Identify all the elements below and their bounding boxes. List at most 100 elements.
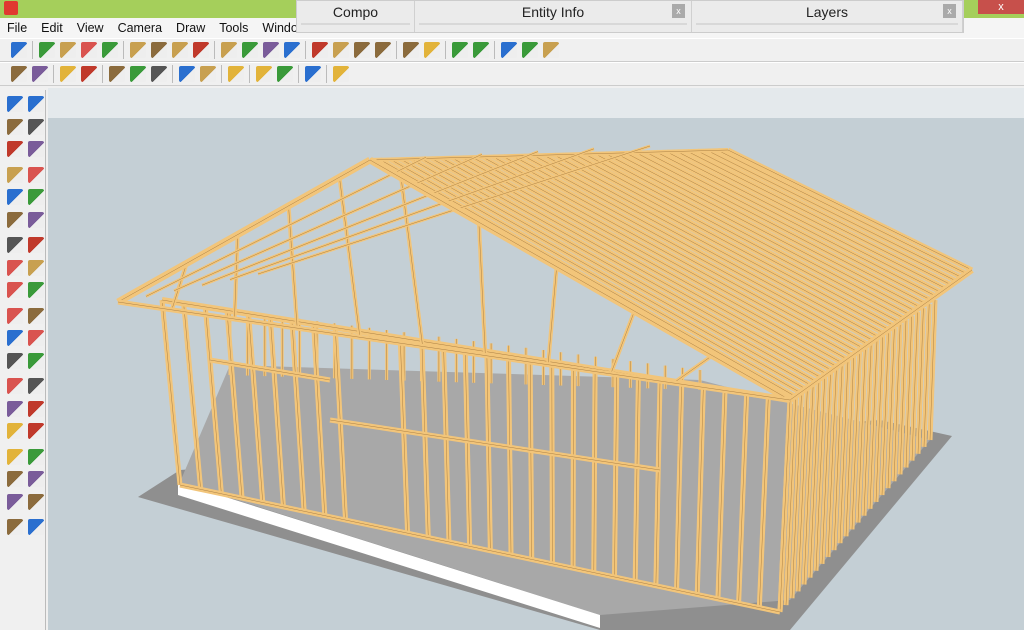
share-model-icon[interactable] [423, 42, 440, 58]
pan-icon[interactable] [332, 42, 349, 58]
zoom-icon[interactable] [6, 378, 23, 394]
eraser-icon[interactable] [27, 118, 44, 135]
arc-icon[interactable] [101, 42, 118, 58]
bounding-box-icon[interactable] [227, 66, 244, 82]
photo-icon[interactable] [500, 42, 517, 58]
warehouse-icon[interactable] [6, 471, 23, 487]
layout-icon[interactable] [27, 493, 44, 510]
menu-draw[interactable]: Draw [176, 18, 205, 38]
move-icon[interactable] [241, 42, 258, 58]
joist-down-icon[interactable] [150, 66, 167, 82]
orbit-icon[interactable] [6, 352, 23, 369]
joist-copy-icon[interactable] [129, 66, 146, 82]
menu-camera[interactable]: Camera [118, 18, 162, 38]
previous-view-icon[interactable] [27, 400, 44, 417]
sketchup-logo-icon [4, 1, 18, 15]
offset-icon[interactable] [27, 259, 44, 276]
brace-icon[interactable] [178, 66, 195, 82]
circle-icon[interactable] [80, 42, 97, 58]
follow-me-icon[interactable] [27, 237, 44, 253]
panel-entity-info[interactable]: Entity Info x [415, 1, 692, 32]
3d-text-icon[interactable] [27, 330, 44, 346]
tray-panels: Compo Entity Info x Layers x [296, 0, 964, 33]
make-component-icon[interactable] [129, 42, 146, 58]
report-icon[interactable] [304, 66, 321, 82]
arc-icon[interactable] [27, 166, 44, 183]
protractor-icon[interactable] [6, 307, 23, 324]
freehand-icon[interactable] [27, 189, 44, 205]
panel-layers[interactable]: Layers x [692, 1, 963, 32]
rectangle-icon[interactable] [6, 141, 23, 157]
rotate-icon[interactable] [6, 237, 23, 253]
section-plane-icon[interactable] [27, 448, 44, 465]
toolbar-separator [305, 41, 306, 59]
stud-icon[interactable] [59, 66, 76, 82]
close-icon[interactable]: x [672, 4, 685, 18]
label-icon[interactable] [332, 66, 349, 82]
get-models-icon[interactable] [402, 42, 419, 58]
text-icon[interactable] [27, 307, 44, 324]
position-camera-icon[interactable] [6, 423, 23, 439]
toolbar-separator [326, 65, 327, 83]
close-window-button[interactable]: x [978, 0, 1024, 14]
orbit-icon[interactable] [311, 42, 328, 58]
make-component-icon[interactable] [27, 96, 44, 112]
components-icon[interactable] [451, 42, 468, 58]
zoom-extents-icon[interactable] [374, 42, 391, 58]
pan-icon[interactable] [27, 352, 44, 369]
zoom-icon[interactable] [353, 42, 370, 58]
redo-arrow-icon[interactable] [276, 66, 293, 82]
toolbar-separator [396, 41, 397, 59]
home-icon[interactable] [6, 493, 23, 510]
garage-frame-model [48, 88, 1024, 630]
paint-bucket-icon[interactable] [192, 42, 209, 58]
stud-copy-icon[interactable] [80, 66, 97, 82]
extension-icon[interactable] [472, 42, 489, 58]
house-icon[interactable] [6, 519, 23, 535]
menu-file[interactable]: File [7, 18, 27, 38]
plate-icon[interactable] [10, 66, 27, 82]
brace-copy-icon[interactable] [199, 66, 216, 82]
circle-icon[interactable] [6, 166, 23, 183]
rotate-icon[interactable] [262, 42, 279, 58]
pencil-icon[interactable] [38, 42, 55, 58]
dimension-icon[interactable] [27, 282, 44, 298]
select-icon[interactable] [10, 42, 27, 58]
eraser-icon[interactable] [150, 42, 167, 58]
push-pull-icon[interactable] [27, 211, 44, 228]
back-truss-chord-edge [145, 156, 427, 297]
look-around-icon[interactable] [27, 423, 44, 439]
joist-up-icon[interactable] [108, 66, 125, 82]
tape-measure-icon[interactable] [6, 282, 23, 298]
3d-viewport[interactable] [48, 88, 1024, 630]
rectangle-icon[interactable] [59, 42, 76, 58]
back-truss-chord-edge [173, 154, 483, 292]
tape-measure-icon[interactable] [171, 42, 188, 58]
axes-icon[interactable] [6, 330, 23, 346]
menu-edit[interactable]: Edit [41, 18, 63, 38]
polygon-icon[interactable] [6, 189, 23, 205]
walk-icon[interactable] [6, 448, 23, 465]
push-pull-icon[interactable] [220, 42, 237, 58]
panel-components[interactable]: Compo [297, 1, 415, 32]
styles-icon[interactable] [521, 42, 538, 58]
scale-icon[interactable] [6, 259, 23, 276]
panel-title: Layers [805, 4, 849, 20]
move-icon[interactable] [6, 211, 23, 228]
undo-arrow-icon[interactable] [255, 66, 272, 82]
framing-toolbar [0, 62, 1024, 86]
pencil-icon[interactable] [27, 141, 44, 157]
warehouse-icon[interactable] [542, 42, 559, 58]
menu-view[interactable]: View [77, 18, 104, 38]
zoom-window-icon[interactable] [27, 378, 44, 394]
panel-title: Entity Info [521, 4, 585, 20]
select-icon[interactable] [6, 96, 23, 112]
paint-bucket-icon[interactable] [6, 118, 23, 135]
zoom-extents-icon[interactable] [6, 400, 23, 417]
close-icon[interactable]: x [943, 4, 956, 18]
menu-tools[interactable]: Tools [219, 18, 248, 38]
share-icon[interactable] [27, 471, 44, 487]
plate-copy-icon[interactable] [31, 66, 48, 82]
layer-icon[interactable] [27, 519, 44, 535]
follow-me-icon[interactable] [283, 42, 300, 58]
